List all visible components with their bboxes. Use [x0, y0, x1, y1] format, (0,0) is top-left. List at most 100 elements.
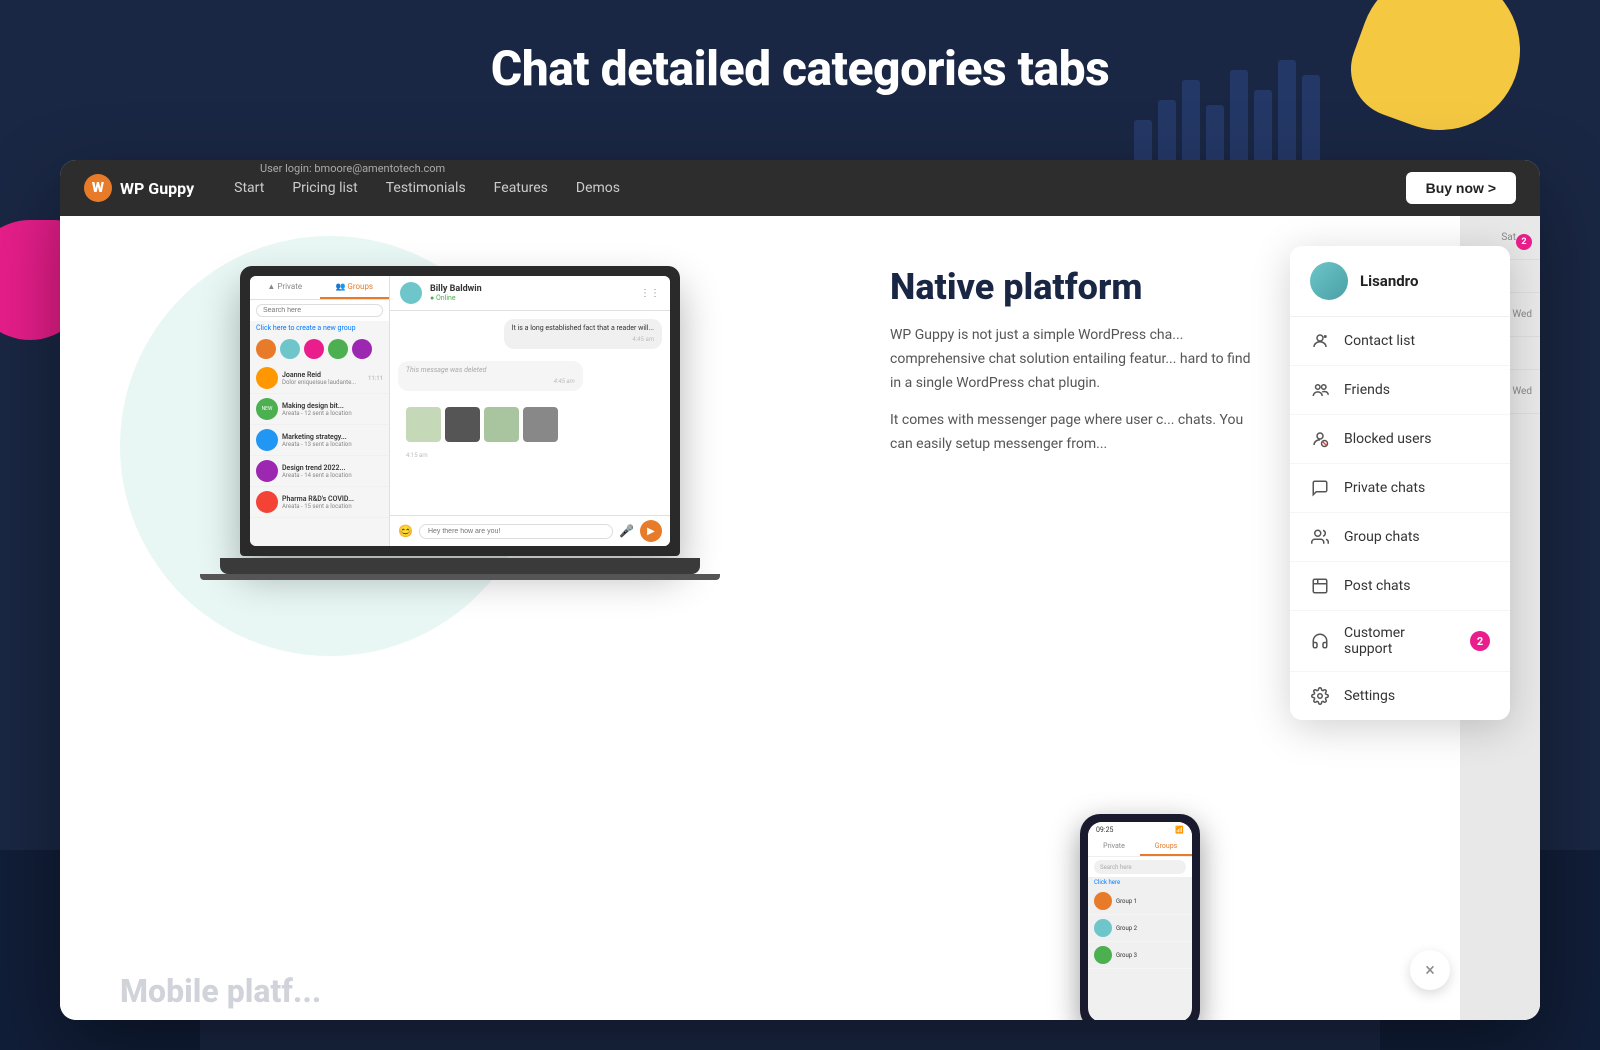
group-chats-label: Group chats [1344, 529, 1490, 545]
phone-status-bar: 09:25 📶 [1088, 822, 1192, 838]
msg-received-1: It is a long established fact that a rea… [504, 319, 662, 349]
chat-search-area [250, 300, 389, 321]
chat-name-3: Marketing strategy... [282, 433, 383, 441]
dropdown-item-group-chats[interactable]: Group chats [1290, 513, 1510, 562]
chat-msg-4: Areata - 14 sent a location [282, 472, 362, 479]
close-icon: × [1425, 960, 1435, 981]
chat-header-avatar [400, 282, 422, 304]
tab-private[interactable]: ▲ Private [250, 276, 320, 299]
nav-link-demos[interactable]: Demos [576, 180, 620, 196]
chat-avatar-2: NEW [256, 398, 278, 420]
chat-list-item-5[interactable]: Pharma R&D's COVID... Areata - 15 sent a… [250, 487, 389, 518]
blocked-users-label: Blocked users [1344, 431, 1490, 447]
msg-container-received: It is a long established fact that a rea… [398, 319, 662, 355]
chat-time-joanne: 11:11 [368, 375, 383, 382]
private-chats-icon [1310, 478, 1330, 498]
phone-chat-item-1[interactable]: Group 1 [1088, 888, 1192, 915]
phone-signal: 📶 [1175, 826, 1184, 834]
avatar-3 [304, 339, 324, 359]
chat-msg-joanne: Dolor eniqueisue laudante... [282, 379, 362, 386]
chat-sidebar: ▲ Private 👥 Groups Click here to create … [250, 276, 390, 546]
phone-chat-text-1: Group 1 [1116, 898, 1137, 905]
dropdown-item-private-chats[interactable]: Private chats [1290, 464, 1510, 513]
dropdown-item-customer-support[interactable]: Customer support 2 [1290, 611, 1510, 672]
side-panel-badge-sat: 2 [1516, 234, 1532, 250]
nav-links: Start Pricing list Testimonials Features… [234, 180, 620, 196]
chat-list-item-2[interactable]: NEW Making design bit... Areata - 12 sen… [250, 394, 389, 425]
customer-support-icon [1310, 631, 1330, 651]
msg-time-1: 4:45 am [512, 336, 654, 344]
deco-bar-2 [1158, 100, 1176, 160]
chat-avatar-5 [256, 491, 278, 513]
emoji-icon[interactable]: 😊 [398, 524, 413, 538]
contact-list-icon [1310, 331, 1330, 351]
chat-msg-5: Areata - 15 sent a location [282, 503, 362, 510]
media-thumb-2 [445, 407, 480, 442]
chat-msg-2: Areata - 12 sent a location [282, 410, 362, 417]
settings-label: Settings [1344, 688, 1490, 704]
chat-info-joanne: Joanne Reid Dolor eniqueisue laudante... [282, 371, 364, 386]
phone-tab-private[interactable]: Private [1088, 838, 1140, 856]
phone-chat-item-2[interactable]: Group 2 [1088, 915, 1192, 942]
customer-support-label: Customer support [1344, 625, 1456, 657]
dropdown-menu: Lisandro Contact list Friends [1290, 246, 1510, 720]
chat-name-4: Design trend 2022... [282, 464, 383, 472]
phone-search: Search here [1088, 857, 1192, 877]
msg-deleted: This message was deleted 4:45 am [398, 361, 583, 391]
chat-search-input[interactable] [256, 304, 383, 317]
nav-link-testimonials[interactable]: Testimonials [386, 180, 466, 196]
chat-list-item-3[interactable]: Marketing strategy... Areata - 13 sent a… [250, 425, 389, 456]
chat-msg-3: Areata - 13 sent a location [282, 441, 362, 448]
dropdown-item-settings[interactable]: Settings [1290, 672, 1510, 720]
chat-list-item-4[interactable]: Design trend 2022... Areata - 14 sent a … [250, 456, 389, 487]
dropdown-item-blocked-users[interactable]: Blocked users [1290, 415, 1510, 464]
page-heading: Chat detailed categories tabs [0, 40, 1600, 97]
media-thumb-1 [406, 407, 441, 442]
dropdown-item-contact-list[interactable]: Contact list [1290, 317, 1510, 366]
chat-options-icon[interactable]: ⋮⋮ [640, 288, 660, 299]
chat-name-joanne: Joanne Reid [282, 371, 364, 379]
logo-icon: W [84, 174, 112, 202]
phone-tab-groups[interactable]: Groups [1140, 838, 1192, 856]
laptop-foot [200, 574, 720, 580]
chat-name-5: Pharma R&D's COVID... [282, 495, 383, 503]
phone-mockup: 09:25 📶 Private Groups Search here Click… [1080, 814, 1200, 1020]
laptop-base [220, 558, 700, 574]
chat-header-name: Billy Baldwin [430, 284, 482, 294]
create-group-link[interactable]: Click here to create a new group [250, 321, 389, 335]
media-time: 4:15 am [398, 452, 662, 459]
deco-bar-1 [1134, 120, 1152, 160]
tab-groups[interactable]: 👥 Groups [320, 276, 390, 299]
nav-link-pricing[interactable]: Pricing list [292, 180, 357, 196]
nav-link-start[interactable]: Start [234, 180, 264, 196]
close-button[interactable]: × [1410, 950, 1450, 990]
chat-info-4: Design trend 2022... Areata - 14 sent a … [282, 464, 383, 479]
settings-icon [1310, 686, 1330, 706]
left-section: ▲ Private 👥 Groups Click here to create … [60, 216, 860, 1020]
media-thumb-4 [523, 407, 558, 442]
chat-info-2: Making design bit... Areata - 12 sent a … [282, 402, 383, 417]
mic-icon[interactable]: 🎤 [619, 524, 634, 538]
deco-bar-4 [1206, 105, 1224, 160]
phone-chat-text-2: Group 2 [1116, 925, 1137, 932]
chat-avatar-joanne [256, 367, 278, 389]
private-chats-label: Private chats [1344, 480, 1490, 496]
dropdown-username: Lisandro [1360, 272, 1418, 290]
logo-text: WP Guppy [120, 179, 194, 198]
dropdown-user-avatar [1310, 262, 1348, 300]
buy-now-button[interactable]: Buy now > [1406, 172, 1516, 204]
chat-input-field[interactable] [419, 524, 613, 539]
phone-create-group[interactable]: Click here [1088, 877, 1192, 888]
chat-list-item-1[interactable]: Joanne Reid Dolor eniqueisue laudante...… [250, 363, 389, 394]
nav-logo: W WP Guppy [84, 174, 194, 202]
chat-header-status: ● Online [430, 294, 482, 302]
post-chats-label: Post chats [1344, 578, 1490, 594]
send-button[interactable]: ▶ [640, 520, 662, 542]
phone-chat-item-3[interactable]: Group 3 [1088, 942, 1192, 969]
dropdown-item-post-chats[interactable]: Post chats [1290, 562, 1510, 611]
friends-label: Friends [1344, 382, 1490, 398]
chat-app-ui: ▲ Private 👥 Groups Click here to create … [250, 276, 670, 546]
chat-input-bar: 😊 🎤 ▶ [390, 515, 670, 546]
nav-link-features[interactable]: Features [494, 180, 548, 196]
dropdown-item-friends[interactable]: Friends [1290, 366, 1510, 415]
